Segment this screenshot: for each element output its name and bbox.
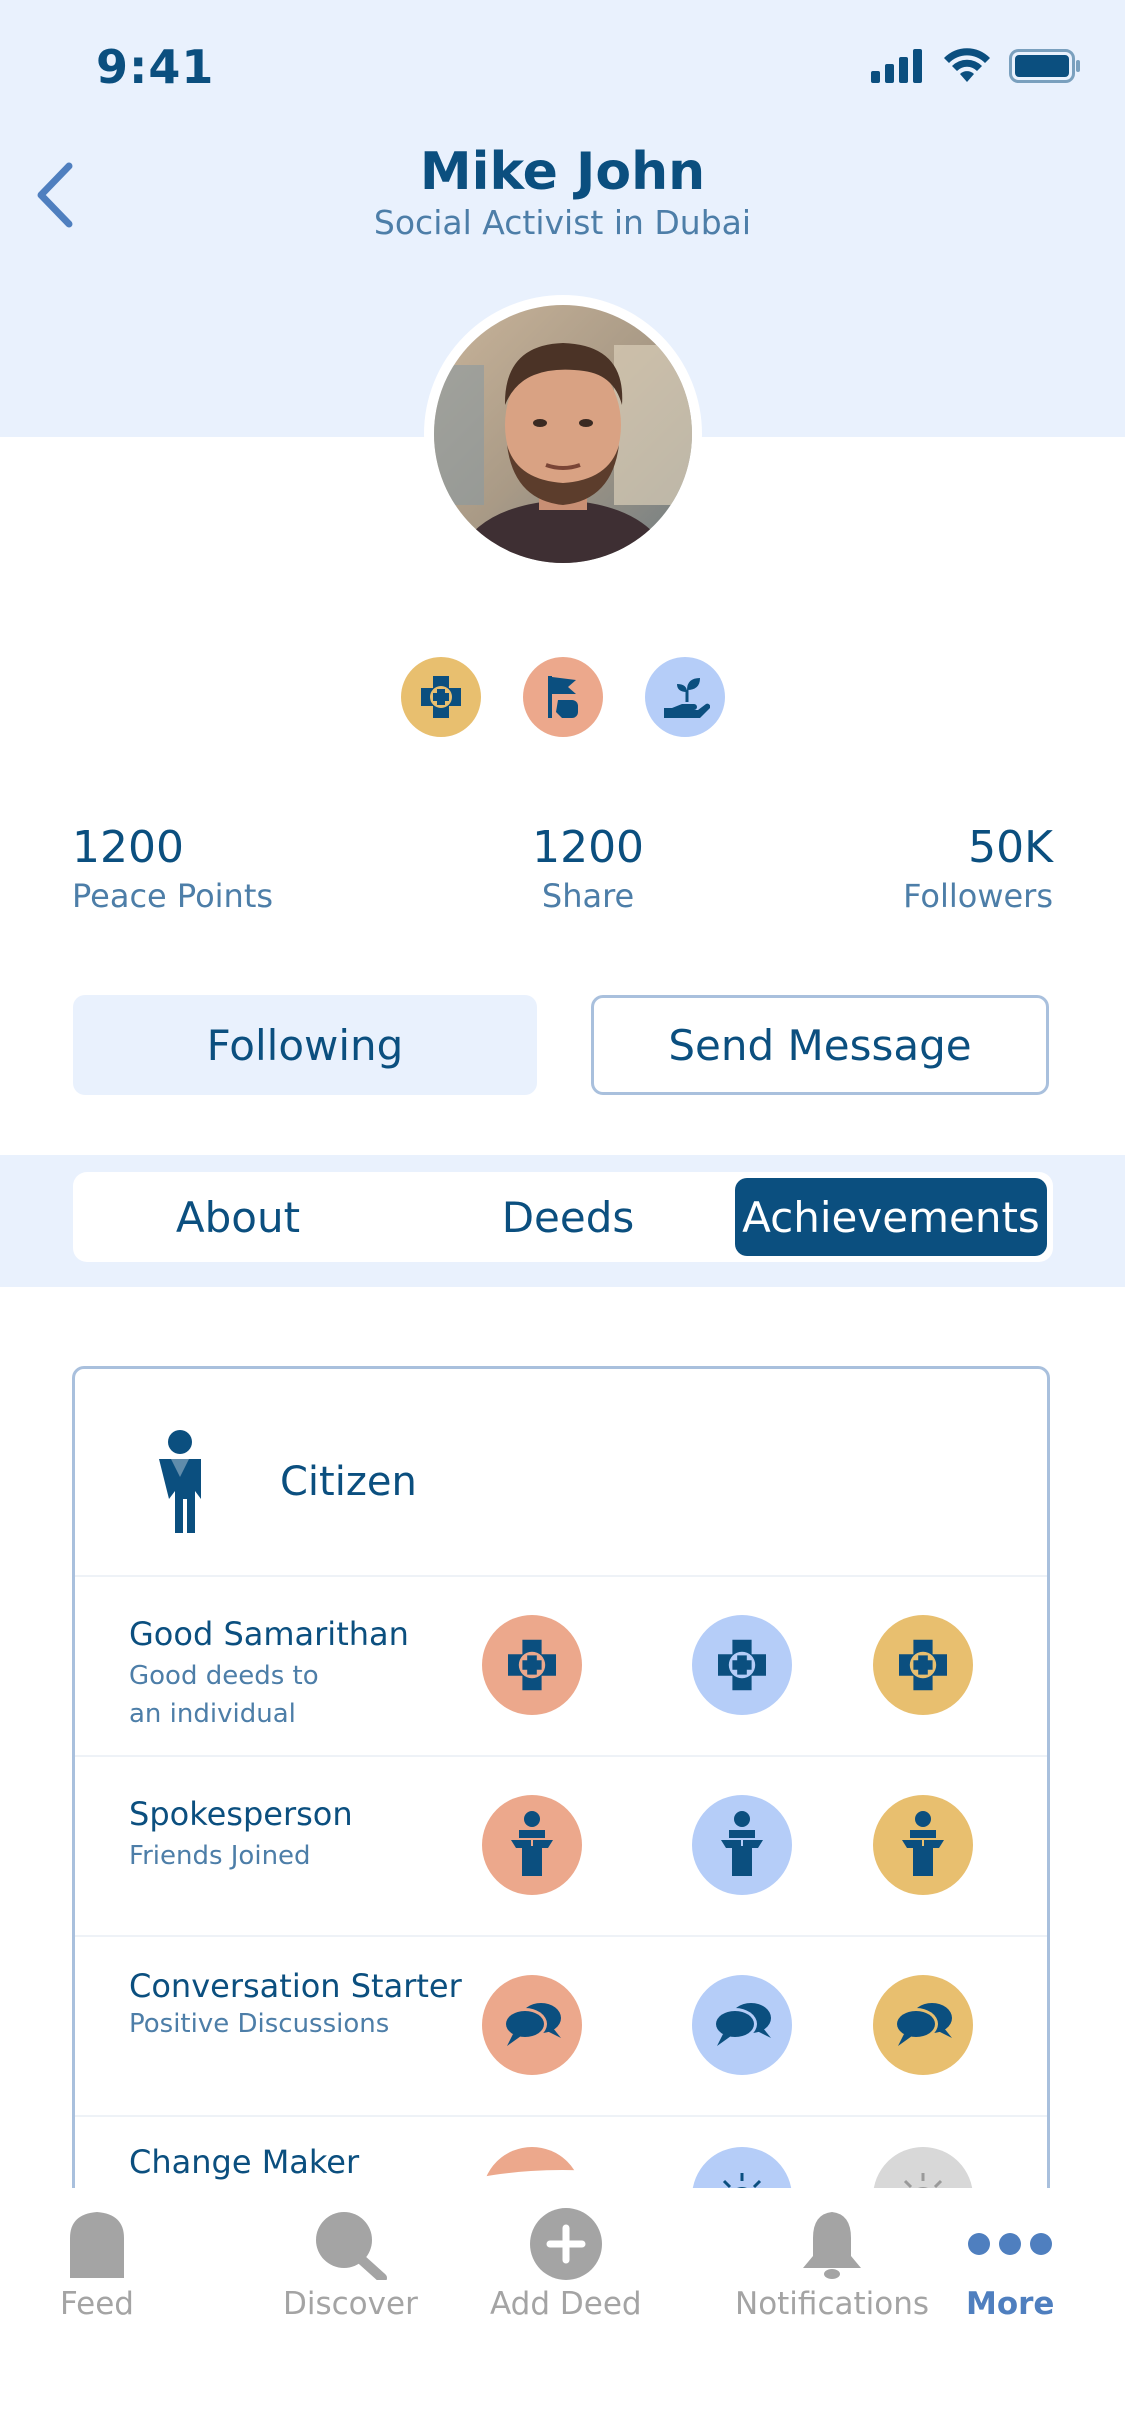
badge-first-aid[interactable] xyxy=(400,657,481,737)
tab-deeds[interactable]: Deeds xyxy=(403,1178,733,1256)
first-aid-icon xyxy=(718,1639,766,1691)
first-aid-icon xyxy=(899,1639,947,1691)
person-icon xyxy=(159,1430,201,1533)
stat-label: Peace Points xyxy=(72,877,274,915)
first-aid-icon xyxy=(420,676,461,718)
stat-share[interactable]: 1200 Share xyxy=(532,822,644,915)
flag-icon xyxy=(547,676,578,718)
medal-bronze[interactable] xyxy=(482,1615,582,1715)
tab-about[interactable]: About xyxy=(73,1178,403,1256)
achievement-spokesperson[interactable]: Spokesperson Friends Joined xyxy=(75,1757,1047,1937)
medal-silver[interactable] xyxy=(692,1795,792,1895)
stat-label: Share xyxy=(541,877,635,915)
add-circle-icon xyxy=(529,2208,602,2280)
badge-flag[interactable] xyxy=(522,657,603,737)
stat-peace-points[interactable]: 1200 Peace Points xyxy=(72,822,273,915)
achievement-title: Good Samarithan xyxy=(129,1615,409,1653)
stat-label: Followers xyxy=(903,877,1053,915)
battery-icon xyxy=(1009,49,1080,83)
status-icons xyxy=(871,48,1081,84)
nav-notifications[interactable]: Notifications xyxy=(735,2208,929,2322)
more-dots-icon xyxy=(968,2233,1053,2255)
achievement-desc: Positive Discussions xyxy=(129,2009,390,2039)
nav-label: Discover xyxy=(283,2286,418,2322)
achievement-good-samarithan[interactable]: Good Samarithan Good deeds to an individ… xyxy=(75,1577,1047,1757)
nav-label: Feed xyxy=(60,2286,134,2322)
level-name: Citizen xyxy=(280,1459,417,1505)
badge-plant[interactable] xyxy=(644,657,725,737)
nav-feed[interactable]: Feed xyxy=(60,2208,134,2322)
following-button[interactable]: Following xyxy=(73,995,537,1095)
chat-bubbles-icon xyxy=(894,2003,952,2046)
nav-label: Notifications xyxy=(735,2286,930,2322)
profile-tabs: About Deeds Achievements xyxy=(73,1172,1053,1262)
avatar[interactable] xyxy=(424,295,702,573)
achievement-desc: Friends Joined xyxy=(129,1841,311,1871)
home-icon xyxy=(69,2212,124,2278)
badges-row xyxy=(0,657,1125,737)
achievement-conversation-starter[interactable]: Conversation Starter Positive Discussion… xyxy=(75,1937,1047,2117)
stat-value: 1200 xyxy=(532,822,645,873)
profile-subtitle: Social Activist in Dubai xyxy=(373,203,752,242)
achievement-title: Spokesperson xyxy=(129,1795,353,1833)
bell-icon xyxy=(803,2212,862,2279)
medal-gold[interactable] xyxy=(873,1615,973,1715)
podium-icon xyxy=(721,1811,763,1876)
medal-bronze[interactable] xyxy=(482,1795,582,1895)
chat-bubbles-icon xyxy=(713,2003,771,2046)
level-header: Citizen xyxy=(75,1369,1047,1577)
search-icon xyxy=(316,2212,388,2280)
nav-add-deed[interactable]: Add Deed xyxy=(490,2208,642,2322)
status-bar: 9:41 xyxy=(0,0,1125,130)
profile-name: Mike John xyxy=(419,142,706,202)
stat-followers[interactable]: 50K Followers xyxy=(903,822,1053,915)
signal-icon xyxy=(871,49,922,83)
plant-hand-icon xyxy=(663,678,710,718)
nav-discover[interactable]: Discover xyxy=(283,2208,418,2322)
nav-label: Add Deed xyxy=(490,2286,642,2322)
nav-more[interactable]: More xyxy=(966,2208,1054,2322)
chat-bubbles-icon xyxy=(503,2003,561,2046)
nav-label: More xyxy=(966,2286,1055,2322)
achievement-title: Conversation Starter xyxy=(129,1967,462,2005)
avatar-photo xyxy=(434,305,692,563)
medal-gold[interactable] xyxy=(873,1795,973,1895)
medal-gold[interactable] xyxy=(873,1975,973,2075)
send-message-button[interactable]: Send Message xyxy=(591,995,1049,1095)
achievement-title: Change Maker xyxy=(129,2143,360,2181)
first-aid-icon xyxy=(508,1639,556,1691)
stat-value: 50K xyxy=(968,822,1053,873)
wifi-icon xyxy=(944,48,990,82)
podium-icon xyxy=(902,1811,944,1876)
podium-icon xyxy=(511,1811,553,1876)
medal-bronze[interactable] xyxy=(482,1975,582,2075)
medal-silver[interactable] xyxy=(692,1615,792,1715)
stats-row: 1200 Peace Points 1200 Share 50K Followe… xyxy=(72,822,1053,915)
stat-value: 1200 xyxy=(72,822,184,873)
achievement-desc: Good deeds to an individual xyxy=(129,1661,319,1729)
status-time: 9:41 xyxy=(96,40,215,94)
tab-achievements[interactable]: Achievements xyxy=(735,1178,1047,1256)
medal-silver[interactable] xyxy=(692,1975,792,2075)
